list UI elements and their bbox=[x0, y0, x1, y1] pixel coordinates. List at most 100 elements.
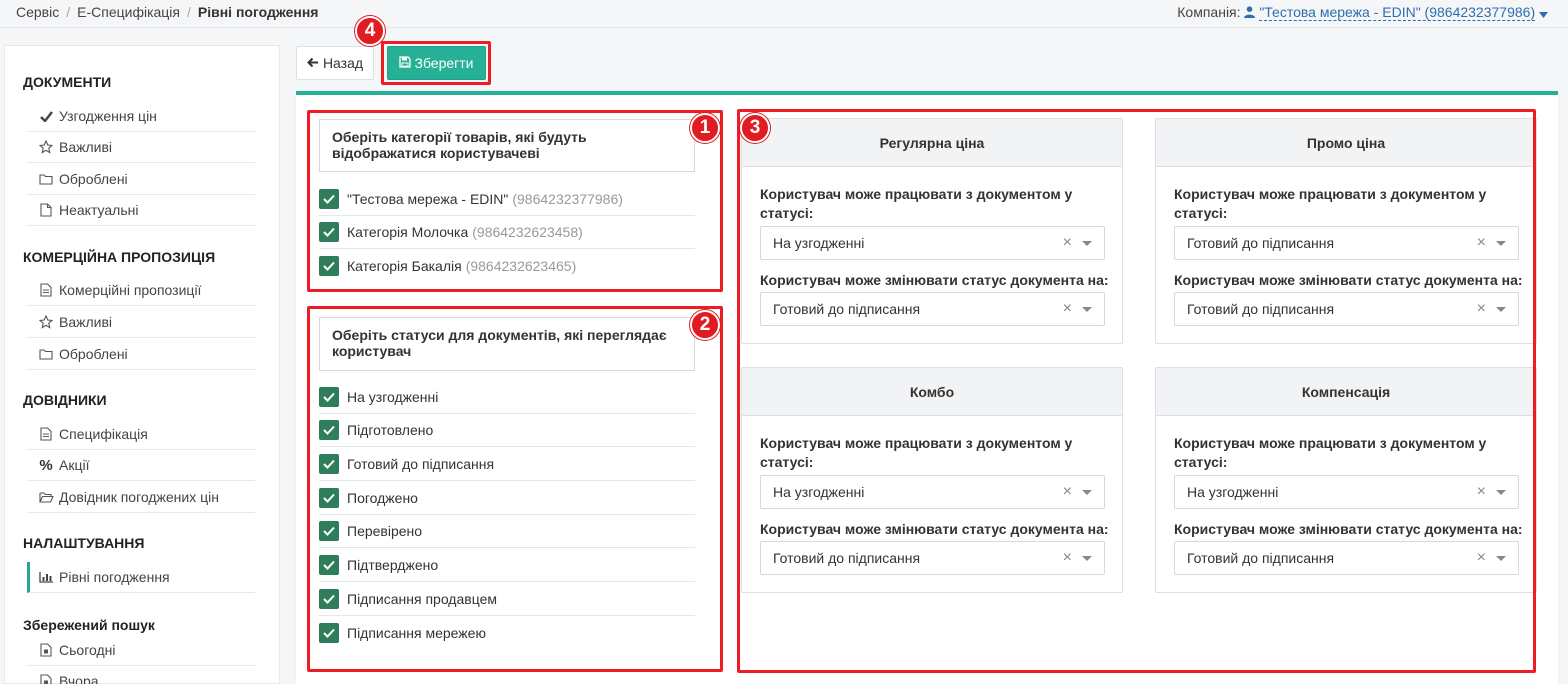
clear-icon[interactable]: × bbox=[1063, 484, 1072, 500]
chevron-down-icon[interactable] bbox=[1496, 307, 1506, 312]
checkbox-checked-icon[interactable] bbox=[319, 255, 339, 276]
change-status-select[interactable]: Готовий до підписання × bbox=[760, 292, 1105, 326]
status-row[interactable]: Підписання мережею bbox=[319, 616, 695, 649]
sidebar-item-important[interactable]: Важливі bbox=[27, 132, 255, 163]
checkbox-checked-icon[interactable] bbox=[319, 555, 339, 575]
clear-icon[interactable]: × bbox=[1477, 235, 1486, 251]
status-name: Підтверджено bbox=[347, 557, 439, 573]
change-status-select[interactable]: Готовий до підписання × bbox=[1174, 292, 1519, 326]
sidebar-item-label: Рівні погодження bbox=[59, 569, 170, 585]
sidebar-item-specification[interactable]: Специфікація bbox=[27, 419, 255, 450]
file-icon bbox=[37, 203, 55, 217]
status-row[interactable]: Підписання продавцем bbox=[319, 583, 695, 616]
annotation-badge-4: 4 bbox=[355, 16, 385, 46]
checkbox-checked-icon[interactable] bbox=[319, 387, 339, 407]
change-status-label: Користувач може змінювати статус докумен… bbox=[760, 521, 1109, 537]
sidebar-item-label: Довідник погоджених цін bbox=[59, 489, 219, 505]
chevron-down-icon[interactable] bbox=[1082, 241, 1092, 246]
sidebar-item-yesterday[interactable]: Вчора bbox=[27, 666, 255, 684]
chevron-down-icon[interactable] bbox=[1496, 490, 1506, 495]
clear-icon[interactable]: × bbox=[1477, 484, 1486, 500]
sidebar-item-outdated[interactable]: Неактуальні bbox=[27, 195, 255, 226]
checkbox-checked-icon[interactable] bbox=[319, 589, 339, 609]
chevron-down-icon[interactable] bbox=[1082, 307, 1092, 312]
checkbox-checked-icon[interactable] bbox=[319, 189, 339, 209]
clear-icon[interactable]: × bbox=[1063, 235, 1072, 251]
sidebar-item-label: Комерційні пропозиції bbox=[59, 282, 202, 298]
folder-open-icon bbox=[37, 491, 55, 503]
sidebar-item-approval-levels[interactable]: Рівні погодження bbox=[27, 562, 255, 593]
sidebar-item-label: Специфікація bbox=[59, 426, 148, 442]
chevron-down-icon[interactable] bbox=[1082, 556, 1092, 561]
category-name: Категорія Бакалія bbox=[347, 257, 462, 274]
breadcrumb-espec[interactable]: Е-Специфікація bbox=[77, 4, 180, 20]
star-icon bbox=[37, 140, 55, 154]
work-status-select[interactable]: На узгодженні × bbox=[760, 475, 1105, 509]
status-row[interactable]: Перевірено bbox=[319, 515, 695, 548]
select-value: Готовий до підписання bbox=[773, 550, 921, 566]
breadcrumb-separator: / bbox=[187, 4, 191, 20]
company-selector[interactable]: Компанія: "Тестова мережа - EDIN" (98642… bbox=[1177, 4, 1548, 21]
change-status-select[interactable]: Готовий до підписання × bbox=[760, 541, 1105, 575]
change-status-select[interactable]: Готовий до підписання × bbox=[1174, 541, 1519, 575]
status-name: Підготовлено bbox=[347, 422, 434, 438]
sidebar-item-processed[interactable]: Оброблені bbox=[27, 164, 255, 195]
chevron-down-icon[interactable] bbox=[1496, 241, 1506, 246]
work-status-select[interactable]: На узгодженні × bbox=[760, 226, 1105, 260]
clear-icon[interactable]: × bbox=[1063, 550, 1072, 566]
status-name: Підписання продавцем bbox=[347, 591, 497, 607]
category-row[interactable]: "Тестова мережа - EDIN" (9864232377986) bbox=[319, 183, 695, 216]
sidebar-item-important-commercial[interactable]: Важливі bbox=[27, 307, 255, 338]
clear-icon[interactable]: × bbox=[1063, 301, 1072, 317]
percent-icon: % bbox=[39, 456, 53, 474]
work-status-label: Користувач може працювати з документом у… bbox=[1174, 435, 1487, 470]
breadcrumb-service[interactable]: Сервіс bbox=[16, 4, 59, 20]
price-type-regular: Регулярна ціна Користувач може працювати… bbox=[741, 118, 1123, 344]
company-value[interactable]: "Тестова мережа - EDIN" (9864232377986) bbox=[1259, 4, 1536, 21]
sidebar-item-label: Важливі bbox=[59, 139, 113, 155]
sidebar-item-promotions[interactable]: % Акції bbox=[27, 450, 255, 481]
back-button[interactable]: Назад bbox=[296, 46, 374, 80]
chevron-down-icon[interactable] bbox=[1496, 556, 1506, 561]
status-row[interactable]: Підтверджено bbox=[319, 549, 695, 582]
star-icon bbox=[37, 315, 55, 329]
caret-down-icon[interactable] bbox=[1539, 12, 1548, 18]
checkbox-checked-icon[interactable] bbox=[319, 222, 339, 242]
sidebar-item-commercial-offers[interactable]: Комерційні пропозиції bbox=[27, 275, 255, 306]
breadcrumb-separator: / bbox=[66, 4, 71, 20]
price-type-title: Промо ціна bbox=[1156, 119, 1536, 167]
checkbox-checked-icon[interactable] bbox=[319, 454, 339, 474]
price-type-combo: Комбо Користувач може працювати з докуме… bbox=[741, 367, 1123, 593]
checkbox-checked-icon[interactable] bbox=[319, 622, 339, 643]
select-value: На узгодженні bbox=[1187, 484, 1279, 500]
check-icon bbox=[37, 110, 55, 122]
status-name: Перевірено bbox=[347, 523, 423, 539]
clear-icon[interactable]: × bbox=[1477, 550, 1486, 566]
chevron-down-icon[interactable] bbox=[1082, 490, 1092, 495]
price-type-promo: Промо ціна Користувач може працювати з д… bbox=[1155, 118, 1537, 344]
work-status-select[interactable]: Готовий до підписання × bbox=[1174, 226, 1519, 260]
status-row[interactable]: Підготовлено bbox=[319, 414, 695, 447]
breadcrumb-current: Рівні погодження bbox=[197, 4, 319, 20]
select-value: Готовий до підписання bbox=[773, 301, 921, 317]
status-row[interactable]: Погоджено bbox=[319, 482, 695, 515]
category-row[interactable]: Категорія Молочка (9864232623458) bbox=[319, 216, 695, 249]
checkbox-checked-icon[interactable] bbox=[319, 488, 339, 508]
select-value: Готовий до підписання bbox=[1187, 550, 1335, 566]
save-button[interactable]: Зберегти bbox=[387, 46, 486, 80]
sidebar-item-price-agreement[interactable]: Узгодження цін bbox=[27, 101, 255, 132]
category-row[interactable]: Категорія Бакалія (9864232623465) bbox=[319, 249, 695, 282]
sidebar-item-processed-commercial[interactable]: Оброблені bbox=[27, 339, 255, 370]
sidebar-item-label: Неактуальні bbox=[59, 202, 139, 218]
status-row[interactable]: Готовий до підписання bbox=[319, 448, 695, 481]
sidebar-item-agreed-prices[interactable]: Довідник погоджених цін bbox=[27, 482, 255, 513]
checkbox-checked-icon[interactable] bbox=[319, 521, 339, 541]
status-row[interactable]: На узгодженні bbox=[319, 381, 695, 414]
clear-icon[interactable]: × bbox=[1477, 301, 1486, 317]
checkbox-checked-icon[interactable] bbox=[319, 420, 339, 440]
work-status-select[interactable]: На узгодженні × bbox=[1174, 475, 1519, 509]
status-name: На узгодженні bbox=[347, 389, 439, 405]
sidebar-item-today[interactable]: Сьогодні bbox=[27, 635, 255, 666]
select-value: На узгодженні bbox=[773, 235, 865, 251]
sidebar-section-settings: НАЛАШТУВАННЯ bbox=[23, 535, 145, 551]
